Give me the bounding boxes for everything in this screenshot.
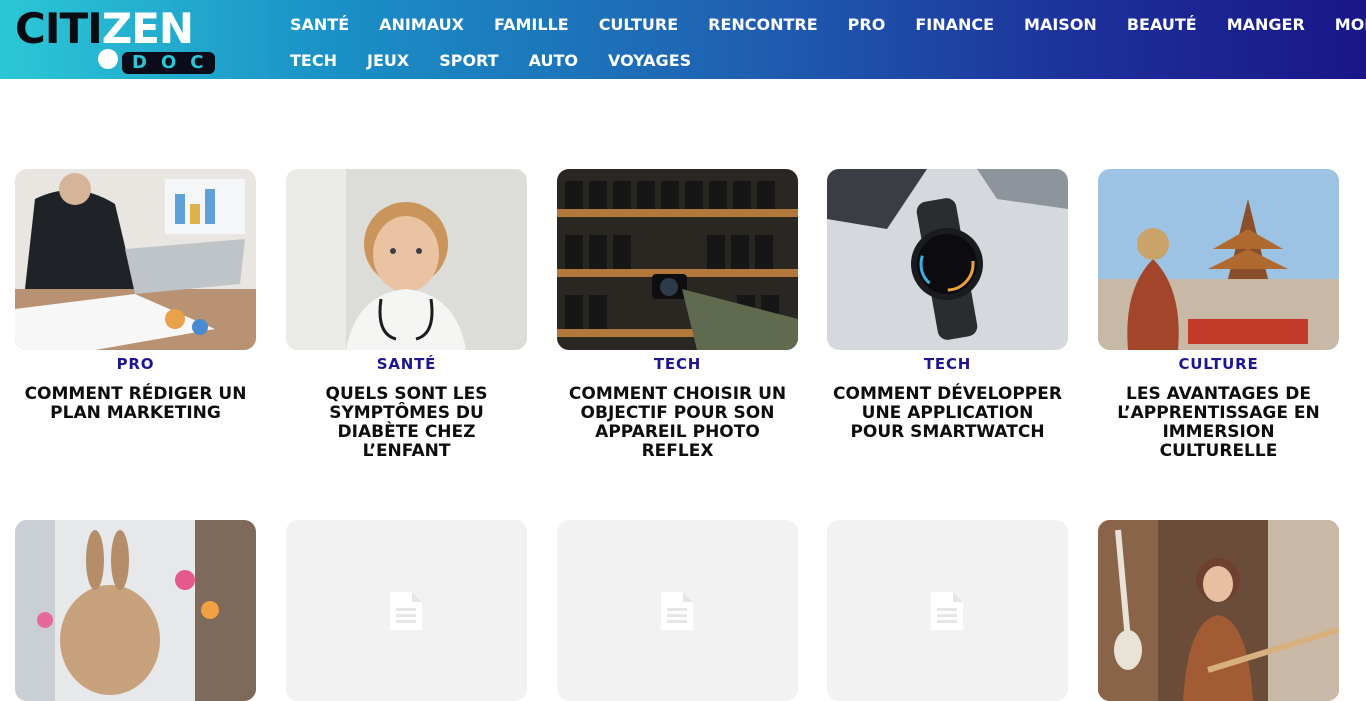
citizen-doc-logo[interactable]: CITIZEN DOC <box>15 8 215 74</box>
nav-row-2: TECH JEUX SPORT AUTO VOYAGES <box>275 42 1355 78</box>
article-category[interactable]: PRO <box>15 355 256 373</box>
article-card[interactable] <box>827 520 1068 701</box>
camera-lens-shelf-photo <box>557 169 798 350</box>
businesswoman-laptop-photo <box>15 169 256 350</box>
nav-item-maison[interactable]: MAISON <box>1009 15 1112 34</box>
article-thumbnail[interactable] <box>15 520 256 701</box>
article-thumbnail[interactable] <box>286 169 527 350</box>
temple-market-photo <box>1098 169 1339 350</box>
article-card[interactable] <box>15 520 256 701</box>
article-thumbnail[interactable] <box>827 169 1068 350</box>
article-thumbnail[interactable] <box>15 169 256 350</box>
article-title[interactable]: QUELS SONT LES SYMPTÔMES DU DIABÈTE CHEZ… <box>286 385 527 461</box>
article-thumbnail[interactable] <box>557 169 798 350</box>
article-category[interactable]: TECH <box>827 355 1068 373</box>
rabbit-garden-photo <box>15 520 256 701</box>
article-thumbnail[interactable] <box>1098 169 1339 350</box>
nav-item-mode[interactable]: MODE <box>1320 15 1366 34</box>
article-card[interactable]: TECH COMMENT CHOISIR UN OBJECTIF POUR SO… <box>557 169 798 461</box>
guitarist-music-shop-photo <box>1098 520 1339 701</box>
main-navigation: SANTÉ ANIMAUX FAMILLE CULTURE RENCONTRE … <box>275 6 1366 78</box>
article-category[interactable]: SANTÉ <box>286 355 527 373</box>
article-title[interactable]: COMMENT CHOISIR UN OBJECTIF POUR SON APP… <box>557 385 798 461</box>
logo-doc-badge: DOC <box>122 52 215 74</box>
site-header: CITIZEN DOC SANTÉ ANIMAUX FAMILLE CULTUR… <box>0 0 1366 79</box>
article-card[interactable] <box>557 520 798 701</box>
article-card[interactable] <box>286 520 527 701</box>
document-icon <box>931 592 963 630</box>
article-thumbnail-placeholder[interactable] <box>286 520 527 701</box>
smartwatch-photo <box>827 169 1068 350</box>
document-icon <box>661 592 693 630</box>
article-card[interactable]: PRO COMMENT RÉDIGER UN PLAN MARKETING <box>15 169 256 423</box>
nav-item-tech[interactable]: TECH <box>275 51 352 70</box>
nav-item-animaux[interactable]: ANIMAUX <box>364 15 479 34</box>
article-thumbnail[interactable] <box>1098 520 1339 701</box>
nav-item-rencontre[interactable]: RENCONTRE <box>693 15 833 34</box>
logo-wordmark: CITIZEN <box>15 4 194 53</box>
nav-item-pro[interactable]: PRO <box>833 15 901 34</box>
article-thumbnail-placeholder[interactable] <box>557 520 798 701</box>
article-card[interactable]: TECH COMMENT DÉVELOPPER UNE APPLICATION … <box>827 169 1068 442</box>
nav-item-auto[interactable]: AUTO <box>514 51 593 70</box>
child-doctor-coat-photo <box>286 169 527 350</box>
nav-item-finance[interactable]: FINANCE <box>900 15 1009 34</box>
nav-item-manger[interactable]: MANGER <box>1212 15 1320 34</box>
article-thumbnail-placeholder[interactable] <box>827 520 1068 701</box>
article-card[interactable] <box>1098 520 1339 701</box>
article-category[interactable]: TECH <box>557 355 798 373</box>
article-card[interactable]: SANTÉ QUELS SONT LES SYMPTÔMES DU DIABÈT… <box>286 169 527 461</box>
nav-item-jeux[interactable]: JEUX <box>352 51 424 70</box>
article-card[interactable]: CULTURE LES AVANTAGES DE L’APPRENTISSAGE… <box>1098 169 1339 461</box>
nav-item-famille[interactable]: FAMILLE <box>479 15 584 34</box>
nav-item-culture[interactable]: CULTURE <box>584 15 693 34</box>
nav-item-beaute[interactable]: BEAUTÉ <box>1112 15 1212 34</box>
nav-item-sante[interactable]: SANTÉ <box>275 15 364 34</box>
logo-dot <box>98 49 118 69</box>
document-icon <box>390 592 422 630</box>
article-title[interactable]: LES AVANTAGES DE L’APPRENTISSAGE EN IMME… <box>1098 385 1339 461</box>
nav-item-sport[interactable]: SPORT <box>424 51 513 70</box>
nav-row-1: SANTÉ ANIMAUX FAMILLE CULTURE RENCONTRE … <box>275 6 1366 42</box>
article-title[interactable]: COMMENT RÉDIGER UN PLAN MARKETING <box>15 385 256 423</box>
article-title[interactable]: COMMENT DÉVELOPPER UNE APPLICATION POUR … <box>827 385 1068 442</box>
nav-item-voyages[interactable]: VOYAGES <box>593 51 706 70</box>
article-category[interactable]: CULTURE <box>1098 355 1339 373</box>
